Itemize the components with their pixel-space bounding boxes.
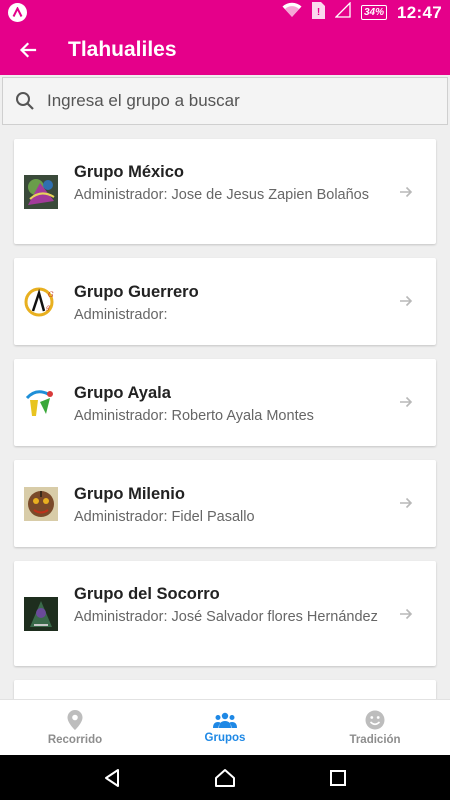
nav-label: Grupos bbox=[204, 731, 246, 744]
svg-text:g: g bbox=[46, 304, 50, 311]
location-pin-icon bbox=[67, 709, 83, 730]
sim-alert-icon: ! bbox=[312, 1, 325, 24]
nav-label: Tradición bbox=[349, 733, 401, 746]
group-list: Grupo México Administrador: Jose de Jesu… bbox=[0, 125, 450, 699]
system-navigation-bar bbox=[0, 755, 450, 800]
back-arrow-icon bbox=[19, 42, 37, 58]
grupo-mexico-logo-icon bbox=[24, 175, 58, 209]
group-admin: Administrador: bbox=[74, 307, 168, 323]
signal-icon bbox=[334, 1, 351, 23]
system-back-button[interactable] bbox=[97, 763, 127, 793]
arrow-right-icon bbox=[400, 186, 413, 198]
group-name: Grupo Milenio bbox=[74, 485, 185, 503]
system-recents-button[interactable] bbox=[323, 763, 353, 793]
group-name: Grupo Ayala bbox=[74, 384, 171, 402]
search-bar bbox=[2, 77, 448, 125]
group-admin: Administrador: José Salvador flores Hern… bbox=[74, 609, 378, 625]
group-card[interactable]: Grupo México Administrador: Jose de Jesu… bbox=[14, 139, 436, 244]
grupo-milenio-logo-icon bbox=[24, 487, 58, 521]
grupo-ayala-logo-icon bbox=[24, 386, 58, 420]
nav-recorrido[interactable]: Recorrido bbox=[0, 700, 150, 755]
status-bar: ! 34% 12:47 bbox=[0, 0, 450, 25]
group-name: Grupo Guerrero bbox=[74, 283, 199, 301]
group-card[interactable]: Grupo del Socorro Administrador: José Sa… bbox=[14, 561, 436, 666]
nav-label: Recorrido bbox=[47, 733, 103, 746]
group-admin: Administrador: Jose de Jesus Zapien Bola… bbox=[74, 187, 369, 203]
group-card[interactable] bbox=[14, 680, 436, 699]
arrow-right-icon bbox=[400, 497, 413, 509]
wifi-icon bbox=[282, 2, 302, 23]
smiley-icon bbox=[365, 710, 385, 729]
battery-indicator: 34% bbox=[361, 5, 388, 20]
home-icon bbox=[214, 768, 235, 787]
system-home-button[interactable] bbox=[210, 763, 240, 793]
grupo-guerrero-logo-icon: Gg bbox=[24, 285, 58, 319]
group-name: Grupo México bbox=[74, 163, 185, 181]
search-icon bbox=[3, 91, 47, 111]
status-time: 12:47 bbox=[397, 2, 442, 22]
svg-text:G: G bbox=[48, 291, 54, 299]
grupo-del-socorro-logo-icon bbox=[24, 597, 58, 631]
groups-icon bbox=[213, 712, 237, 728]
app-bar: Tlahualiles bbox=[0, 25, 450, 75]
nav-tradicion[interactable]: Tradición bbox=[300, 700, 450, 755]
svg-text:!: ! bbox=[317, 7, 320, 18]
group-admin: Administrador: Roberto Ayala Montes bbox=[74, 408, 314, 424]
group-name: Grupo del Socorro bbox=[74, 585, 220, 603]
group-card[interactable]: Grupo Ayala Administrador: Roberto Ayala… bbox=[14, 359, 436, 446]
nav-grupos[interactable]: Grupos bbox=[150, 700, 300, 755]
arrow-right-icon bbox=[400, 396, 413, 408]
back-button[interactable] bbox=[0, 25, 56, 75]
group-admin: Administrador: Fidel Pasallo bbox=[74, 509, 255, 525]
group-card[interactable]: Gg Grupo Guerrero Administrador: bbox=[14, 258, 436, 345]
page-title: Tlahualiles bbox=[68, 38, 177, 61]
arrow-right-icon bbox=[400, 608, 413, 620]
app-notification-icon bbox=[8, 3, 27, 22]
group-card[interactable]: Grupo Milenio Administrador: Fidel Pasal… bbox=[14, 460, 436, 547]
arrow-right-icon bbox=[400, 295, 413, 307]
bottom-navigation: Recorrido Grupos Tradición bbox=[0, 699, 450, 755]
search-input[interactable] bbox=[47, 91, 427, 111]
triangle-back-icon bbox=[104, 768, 119, 787]
square-recents-icon bbox=[330, 769, 347, 786]
